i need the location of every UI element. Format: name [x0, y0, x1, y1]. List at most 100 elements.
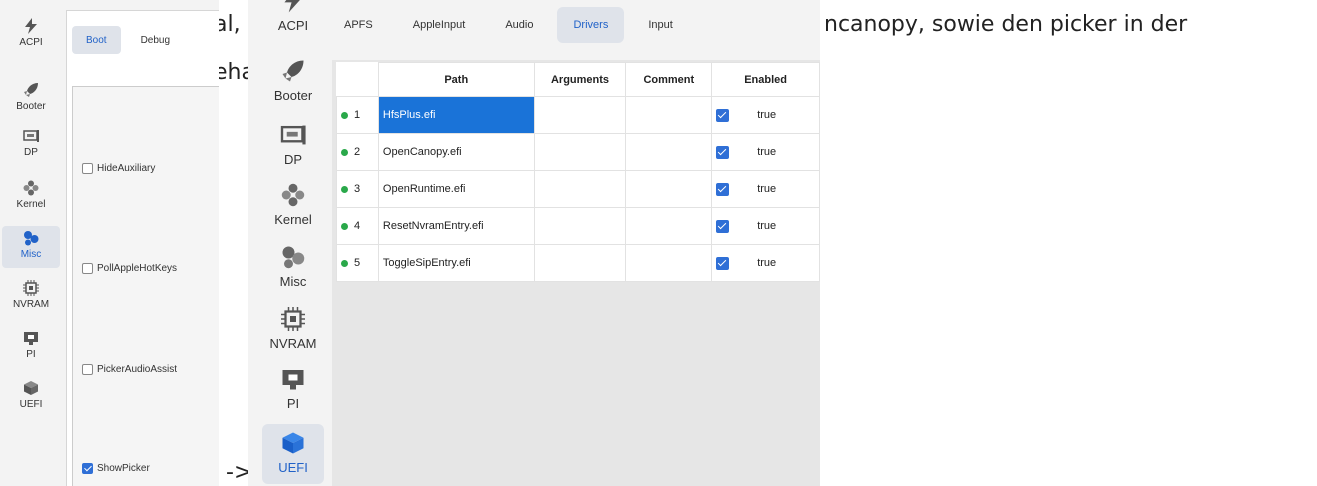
table-row[interactable]: 2 OpenCanopy.efi true — [336, 133, 820, 171]
checkbox-box[interactable] — [82, 163, 93, 174]
row-header[interactable]: 3 — [336, 170, 379, 208]
sidebar-item-misc[interactable]: Misc — [2, 226, 60, 268]
tab-debug[interactable]: Debug — [127, 26, 184, 54]
row-header[interactable]: 1 — [336, 96, 379, 134]
enabled-value: true — [757, 108, 777, 121]
column-header-enabled[interactable]: Enabled — [711, 62, 820, 97]
hide-auxiliary-checkbox[interactable]: HideAuxiliary — [82, 163, 155, 174]
tab-input[interactable]: Input — [632, 7, 688, 43]
path-cell[interactable]: ResetNvramEntry.efi — [377, 207, 535, 245]
column-header-path[interactable]: Path — [377, 62, 535, 97]
sidebar-item-acpi[interactable]: ACPI — [262, 0, 324, 42]
comment-cell[interactable] — [625, 244, 713, 282]
show-picker-checkbox[interactable]: ShowPicker — [82, 463, 150, 474]
sidebar-item-label: DP — [24, 147, 38, 158]
status-dot-icon — [341, 222, 348, 230]
enabled-checkbox[interactable] — [716, 219, 730, 233]
sidebar-item-uefi[interactable]: UEFI — [262, 424, 324, 484]
sidebar-item-kernel[interactable]: Kernel — [262, 176, 324, 236]
picker-audio-assist-checkbox[interactable]: PickerAudioAssist — [82, 364, 177, 375]
tab-audio[interactable]: Audio — [489, 7, 549, 43]
row-header[interactable]: 5 — [336, 244, 379, 282]
tab-boot[interactable]: Boot — [72, 26, 121, 54]
status-dot-icon — [341, 185, 348, 193]
table-row[interactable]: 1 HfsPlus.efi true — [336, 96, 820, 134]
tab-apple-input[interactable]: AppleInput — [397, 7, 482, 43]
enabled-value: true — [757, 182, 777, 195]
path-cell[interactable]: HfsPlus.efi — [377, 96, 535, 134]
comment-cell[interactable] — [625, 133, 713, 171]
chip-icon — [280, 306, 306, 332]
table-row[interactable]: 4 ResetNvramEntry.efi true — [336, 207, 820, 245]
enabled-cell[interactable]: true — [711, 170, 820, 208]
status-dot-icon — [341, 148, 348, 156]
checkbox-box[interactable] — [82, 364, 93, 375]
checkbox-label: ShowPicker — [97, 463, 150, 474]
row-number: 1 — [354, 109, 361, 122]
sidebar-item-misc[interactable]: Misc — [262, 238, 324, 298]
row-header[interactable]: 2 — [336, 133, 379, 171]
path-cell[interactable]: ToggleSipEntry.efi — [377, 244, 535, 282]
sidebar-item-label: Booter — [16, 101, 46, 112]
arguments-cell[interactable] — [533, 96, 627, 134]
sidebar-item-kernel[interactable]: Kernel — [2, 176, 60, 218]
table-row[interactable]: 3 OpenRuntime.efi true — [336, 170, 820, 208]
tab-drivers[interactable]: Drivers — [557, 7, 625, 43]
row-number: 5 — [354, 257, 361, 270]
sidebar-item-nvram[interactable]: NVRAM — [262, 300, 324, 360]
enabled-cell[interactable]: true — [711, 133, 820, 171]
path-cell[interactable]: OpenCanopy.efi — [377, 133, 535, 171]
sidebar-item-dp[interactable]: DP — [2, 124, 60, 166]
sidebar-item-label: Kernel — [274, 212, 312, 227]
enabled-cell[interactable]: true — [711, 207, 820, 245]
table-row[interactable]: 5 ToggleSipEntry.efi true — [336, 244, 820, 282]
options-area — [72, 86, 219, 486]
column-header-comment[interactable]: Comment — [625, 62, 713, 97]
checkbox-box[interactable] — [82, 263, 93, 274]
device-icon — [23, 128, 39, 144]
lightning-icon — [23, 18, 39, 34]
device-icon — [280, 122, 306, 148]
comment-cell[interactable] — [625, 96, 713, 134]
arguments-cell[interactable] — [533, 207, 627, 245]
prose-text-line-3: ncanopy, sowie den picker in der — [824, 12, 1188, 37]
cube-icon — [23, 380, 39, 396]
sidebar-item-uefi[interactable]: UEFI — [2, 376, 60, 418]
screenshot-drivers: APFS AppleInput Audio Drivers Input Path… — [328, 0, 820, 486]
sidebar-item-label: PI — [286, 396, 300, 411]
sidebar-item-label: PI — [26, 349, 36, 360]
sidebar-item-acpi[interactable]: ACPI — [2, 14, 60, 56]
rocket-icon — [280, 58, 306, 84]
enabled-checkbox[interactable] — [716, 108, 730, 122]
puzzle-icon — [23, 180, 39, 196]
enabled-cell[interactable]: true — [711, 96, 820, 134]
poll-apple-hot-keys-checkbox[interactable]: PollAppleHotKeys — [82, 263, 177, 274]
enabled-checkbox[interactable] — [716, 145, 730, 159]
arguments-cell[interactable] — [533, 133, 627, 171]
comment-cell[interactable] — [625, 170, 713, 208]
comment-cell[interactable] — [625, 207, 713, 245]
sidebar-item-label: UEFI — [19, 399, 43, 410]
sidebar-item-nvram[interactable]: NVRAM — [2, 276, 60, 318]
path-cell[interactable]: OpenRuntime.efi — [377, 170, 535, 208]
tab-apfs[interactable]: APFS — [328, 7, 389, 43]
column-header-arguments[interactable]: Arguments — [533, 62, 627, 97]
lightning-icon — [280, 0, 306, 14]
tab-bar: APFS AppleInput Audio Drivers Input — [328, 0, 820, 50]
row-header[interactable]: 4 — [336, 207, 379, 245]
enabled-cell[interactable]: true — [711, 244, 820, 282]
sidebar-item-pi[interactable]: PI — [2, 326, 60, 368]
enabled-checkbox[interactable] — [716, 256, 730, 270]
checkbox-label: HideAuxiliary — [97, 163, 156, 174]
checkbox-box[interactable] — [82, 463, 93, 474]
arguments-cell[interactable] — [533, 244, 627, 282]
sidebar-item-pi[interactable]: PI — [262, 360, 324, 420]
sidebar-item-booter[interactable]: Booter — [2, 78, 60, 120]
tab-bar: Boot Debug — [72, 26, 184, 54]
cog-blob-icon — [23, 230, 39, 246]
arguments-cell[interactable] — [533, 170, 627, 208]
sidebar-item-booter[interactable]: Booter — [262, 52, 324, 112]
monitor-icon — [23, 330, 39, 346]
enabled-checkbox[interactable] — [716, 182, 730, 196]
sidebar-item-dp[interactable]: DP — [262, 116, 324, 176]
